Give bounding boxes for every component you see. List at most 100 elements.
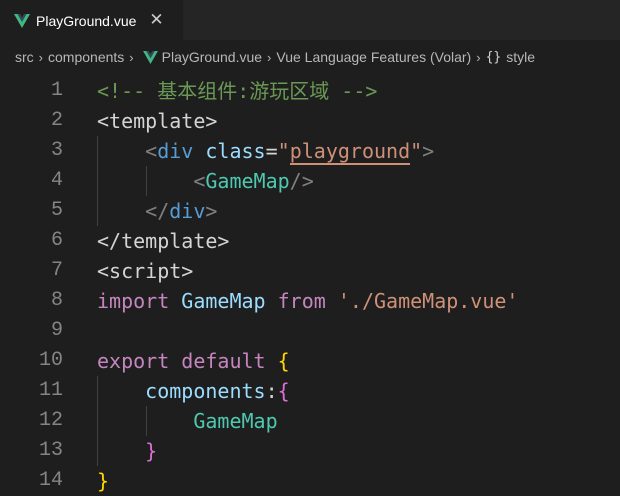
code-token: export [97, 349, 170, 373]
code-text: } [97, 466, 109, 496]
code-editor[interactable]: 1 <!-- 基本组件:游玩区域 --> 2 <template> 3 <div cla… [0, 76, 620, 495]
line-number: 7 [50, 259, 63, 282]
line-number: 5 [50, 199, 63, 222]
code-token: playground [289, 139, 411, 165]
code-text: components:{ [97, 376, 290, 406]
chevron-right-icon: › [129, 49, 134, 65]
code-token: components [145, 379, 266, 403]
code-token: GameMap [193, 409, 278, 433]
code-token: GameMap [181, 289, 266, 313]
code-token: /> [289, 169, 314, 193]
code-text: <GameMap/> [97, 166, 314, 196]
code-token: { [277, 349, 290, 373]
line-number: 10 [38, 349, 63, 372]
code-line[interactable]: 13 } [0, 436, 620, 466]
code-line[interactable]: 3 <div class="playground"> [0, 136, 620, 166]
code-token: </ [145, 199, 170, 223]
code-line[interactable]: 11 components:{ [0, 376, 620, 406]
code-token: <template> [97, 109, 218, 133]
code-token: './GameMap.vue' [337, 289, 519, 313]
chevron-right-icon: › [267, 49, 272, 65]
code-line[interactable]: 14} [0, 466, 620, 496]
code-line[interactable]: 10 export default { [0, 346, 620, 376]
code-line[interactable]: 2 <template> [0, 106, 620, 136]
code-text: <!-- 基本组件:游玩区域 --> [97, 76, 377, 106]
tab-playground-vue[interactable]: PlayGround.vue ✕ [0, 0, 183, 40]
code-token: { [277, 379, 290, 403]
line-number: 6 [50, 229, 63, 252]
code-text: } [97, 436, 157, 466]
breadcrumb-item-components[interactable]: components [48, 49, 124, 65]
code-text: <div class="playground"> [97, 136, 434, 166]
code-token: } [97, 469, 110, 493]
code-token: " [277, 139, 290, 163]
code-text: GameMap [97, 406, 278, 436]
vue-icon [14, 13, 30, 28]
code-line[interactable]: 6 </template> [0, 226, 620, 256]
line-number: 9 [50, 319, 63, 342]
code-text: <template> [97, 106, 217, 136]
code-token: class [205, 139, 266, 163]
code-token: div [157, 139, 194, 163]
line-number: 2 [50, 109, 63, 132]
code-text: </template> [97, 226, 229, 256]
code-text: </div> [97, 196, 217, 226]
code-token: < [145, 139, 158, 163]
code-token: < [193, 169, 206, 193]
code-token: default [181, 349, 266, 373]
code-token: <!-- 基本组件:游玩区域 --> [97, 79, 378, 103]
code-line[interactable]: 7 <script> [0, 256, 620, 286]
code-token: <script> [97, 259, 194, 283]
line-number: 13 [38, 439, 63, 462]
code-line[interactable]: 12 GameMap [0, 406, 620, 436]
code-line[interactable]: 1 <!-- 基本组件:游玩区域 --> [0, 76, 620, 106]
code-token: = [265, 139, 278, 163]
breadcrumb: src › components › PlayGround.vue › Vue … [0, 40, 620, 74]
code-line[interactable]: 5 </div> [0, 196, 620, 226]
line-number: 3 [50, 139, 63, 162]
line-number: 11 [38, 379, 63, 402]
vue-icon [142, 50, 158, 64]
code-token: </template> [97, 229, 230, 253]
code-text: <script> [97, 256, 193, 286]
tab-title: PlayGround.vue [36, 12, 137, 29]
breadcrumb-item-src[interactable]: src [15, 49, 34, 65]
line-number: 12 [38, 409, 63, 432]
code-line[interactable]: 4 <GameMap/> [0, 166, 620, 196]
code-token: > [422, 139, 435, 163]
breadcrumb-item-style[interactable]: style [506, 49, 535, 65]
line-number: 1 [50, 79, 63, 102]
code-text: import GameMap from './GameMap.vue' [97, 286, 518, 316]
breadcrumb-item-language-features[interactable]: Vue Language Features (Volar) [276, 49, 471, 65]
code-token: GameMap [205, 169, 290, 193]
tab-bar: PlayGround.vue ✕ [0, 0, 620, 40]
braces-icon: {} [485, 49, 502, 65]
code-line[interactable]: 8 import GameMap from './GameMap.vue' [0, 286, 620, 316]
line-number: 14 [38, 469, 63, 492]
code-token: div [169, 199, 206, 223]
code-text: export default { [97, 346, 290, 376]
code-token: : [265, 379, 278, 403]
code-token: from [277, 289, 326, 313]
code-line[interactable]: 9 [0, 316, 620, 346]
code-token: > [205, 199, 218, 223]
line-number: 4 [50, 169, 63, 192]
code-token: import [97, 289, 170, 313]
line-number: 8 [50, 289, 63, 312]
code-token: } [145, 439, 158, 463]
breadcrumb-item-file[interactable]: PlayGround.vue [162, 49, 262, 65]
code-token: " [410, 139, 423, 163]
close-icon[interactable]: ✕ [149, 12, 163, 29]
chevron-right-icon: › [38, 49, 44, 65]
